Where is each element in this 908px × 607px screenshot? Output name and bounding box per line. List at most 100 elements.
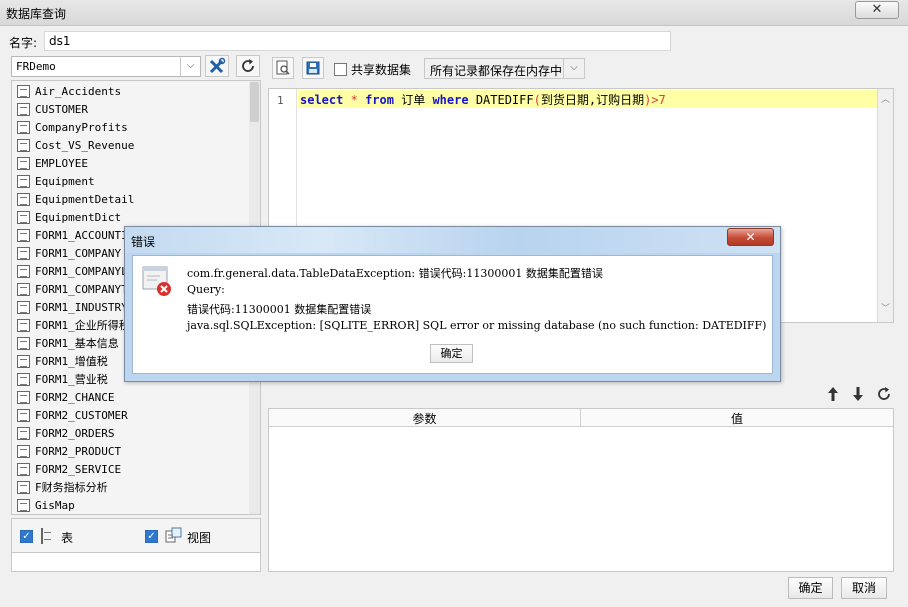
preview-icon [276,60,290,75]
table-item[interactable]: FORM2_PRODUCT [15,442,251,460]
table-item-label: FORM1_INDUSTRY [35,300,128,314]
refresh-icon [242,59,254,72]
table-icon [17,462,30,476]
save-icon [306,61,320,75]
error-message-line: Query: [187,283,225,296]
editor-scrollbar[interactable]: ︿ ﹀ [877,89,893,322]
error-icon [142,266,171,296]
table-icon [17,102,30,116]
table-icon [17,84,30,98]
window-title: 数据库查询 [6,7,67,21]
refresh-params-icon[interactable] [876,386,892,402]
sql-function: DATEDIFF [475,93,534,107]
cancel-button[interactable]: 取消 [841,577,887,599]
table-icon [17,300,30,314]
view-filter-checkbox[interactable]: ✓ [145,530,158,543]
table-icon [17,480,30,494]
table-item[interactable]: EMPLOYEE [15,154,251,172]
table-item[interactable]: FORM2_CHANCE [15,388,251,406]
sql-keyword: from [365,93,394,107]
table-item[interactable]: GisMap [15,496,251,514]
sql-code[interactable]: select * from 订单 where DATEDIFF(到货日期,订购日… [300,91,666,108]
table-icon [17,390,30,404]
table-item-label: FORM1_增值税 [35,355,108,368]
table-icon [17,120,30,134]
table-item-label: Air_Accidents [35,84,122,98]
table-item-label: Cost_VS_Revenue [35,138,135,152]
preview-button[interactable] [272,57,294,79]
view-icon [165,527,182,543]
table-filter-label: 表 [61,531,74,545]
scroll-down-icon[interactable]: ﹀ [878,301,893,314]
table-item-label: F财务指标分析 [35,481,108,494]
table-icon [17,444,30,458]
refresh-button[interactable] [236,55,260,77]
scroll-up-icon[interactable]: ︿ [878,92,893,105]
sql-operator: * [350,93,358,107]
table-icon [17,336,30,350]
table-list-scrollbar-thumb[interactable] [250,82,259,122]
table-item[interactable]: Air_Accidents [15,82,251,100]
table-icon [17,192,30,206]
table-filter-checkbox[interactable]: ✓ [20,530,33,543]
datasource-select[interactable]: FRDemo [11,56,201,77]
table-item[interactable]: Equipment [15,172,251,190]
error-dialog-title-bar [125,227,780,253]
window-close-button[interactable]: ✕ [855,1,899,19]
table-item-label: EMPLOYEE [35,156,88,170]
tools-button[interactable] [205,55,229,77]
error-ok-button[interactable]: 确定 [430,344,473,363]
table-item[interactable]: CUSTOMER [15,100,251,118]
ok-button[interactable]: 确定 [788,577,833,599]
table-icon [41,528,43,544]
table-item-label: FORM2_SERVICE [35,462,122,476]
table-icon [17,318,30,332]
table-item[interactable]: F财务指标分析 [15,478,251,496]
table-item-label: EquipmentDict [35,210,122,224]
sql-comparison: >7 [651,93,666,107]
arrow-up-icon[interactable] [826,386,840,402]
storage-mode-select[interactable]: 所有记录都保存在内存中 [424,58,585,79]
parameters-table [268,408,894,572]
table-item-label: FORM1_COMPANY [35,246,122,260]
table-icon [17,264,30,278]
table-item[interactable]: EquipmentDetail [15,190,251,208]
chevron-down-icon[interactable]: ⌵ [180,57,200,76]
error-dialog-close-button[interactable]: ✕ [727,228,774,246]
table-icon [17,156,30,170]
column-header-value[interactable]: 值 [581,410,893,427]
table-item-label: FORM2_CHANCE [35,390,115,404]
table-icon [17,210,30,224]
name-input[interactable]: ds1 [44,31,671,51]
sql-paren: ( [533,93,541,107]
error-message-line: java.sql.SQLException: [SQLITE_ERROR] SQ… [187,319,767,332]
table-item-label: FORM2_CUSTOMER [35,408,128,422]
table-item-label: CUSTOMER [35,102,88,116]
table-item-label: FORM1_基本信息 [35,337,119,350]
table-icon [17,354,30,368]
table-search-field[interactable] [11,552,261,572]
table-item[interactable]: FORM2_CUSTOMER [15,406,251,424]
sql-keyword: where [432,93,469,107]
error-message-line: 错误代码:11300001 数据集配置错误 [187,303,372,316]
table-icon [17,246,30,260]
save-button[interactable] [302,57,324,79]
chevron-down-icon[interactable]: ⌵ [563,59,584,78]
sql-args: 到货日期,订购日期 [540,93,645,107]
error-message-line: com.fr.general.data.TableDataException: … [187,267,603,280]
table-item[interactable]: EquipmentDict [15,208,251,226]
table-icon [17,372,30,386]
table-item[interactable]: FORM2_SERVICE [15,460,251,478]
column-header-param[interactable]: 参数 [269,410,580,427]
table-item-label: EquipmentDetail [35,192,135,206]
table-icon [17,138,30,152]
table-icon [17,174,30,188]
share-dataset-label: 共享数据集 [351,63,412,77]
table-icon [17,228,30,242]
share-dataset-checkbox[interactable] [334,63,347,76]
table-item[interactable]: CompanyProfits [15,118,251,136]
table-item[interactable]: FORM2_ORDERS [15,424,251,442]
table-item-label: FORM1_营业税 [35,373,108,386]
table-item[interactable]: Cost_VS_Revenue [15,136,251,154]
arrow-down-icon[interactable] [851,386,865,402]
